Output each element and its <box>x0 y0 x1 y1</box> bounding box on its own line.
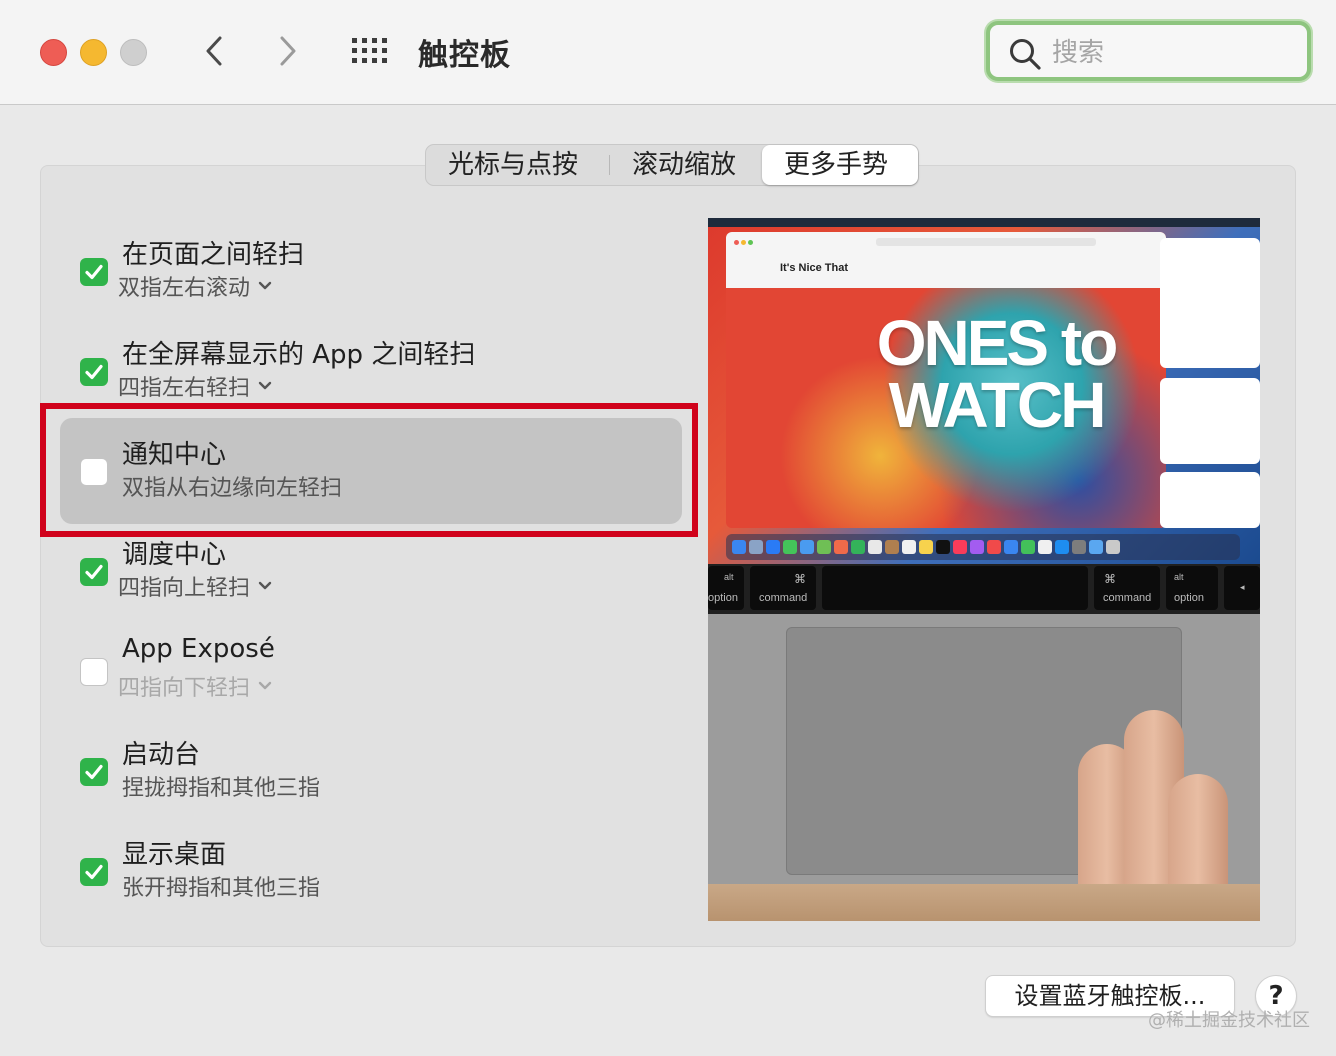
preview-key-space <box>822 566 1088 610</box>
search-input[interactable] <box>1050 34 1294 72</box>
tab-point-and-click[interactable]: 光标与点按 <box>426 145 610 185</box>
preview-key-left-command: ⌘ command <box>750 566 816 610</box>
chevron-down-icon <box>258 581 272 590</box>
option-title: 在页面之间轻扫 <box>122 240 305 270</box>
option-mission-control: 调度中心 四指向上轻扫 <box>80 534 680 614</box>
window-title: 触控板 <box>418 38 511 73</box>
tab-more-gestures[interactable]: 更多手势 <box>762 145 918 185</box>
option-swipe-between-pages: 在页面之间轻扫 双指左右滚动 <box>80 234 680 314</box>
gesture-preview-video: It's Nice That ONES to WATCH alt option … <box>708 218 1260 921</box>
title-bar: 触控板 <box>0 0 1336 105</box>
option-title: 在全屏幕显示的 App 之间轻扫 <box>122 340 476 370</box>
gesture-value: 四指左右轻扫 <box>118 376 251 401</box>
show-desktop-checkbox[interactable] <box>80 858 108 886</box>
gesture-value: 双指左右滚动 <box>118 276 251 301</box>
preview-dock <box>726 534 1240 560</box>
chevron-down-icon <box>258 681 272 690</box>
preview-menu-bar <box>708 218 1260 227</box>
preview-table-surface <box>708 884 1260 921</box>
back-button[interactable] <box>196 30 232 72</box>
checkmark-icon <box>85 564 103 580</box>
preview-key-left-option: alt option <box>708 566 744 610</box>
checkmark-icon <box>85 364 103 380</box>
checkmark-icon <box>85 764 103 780</box>
mission-control-checkbox[interactable] <box>80 558 108 586</box>
preview-site-logo: It's Nice That <box>780 262 849 274</box>
preview-key-arrow-left: ◂ <box>1224 566 1260 610</box>
preview-key-right-command: ⌘ command <box>1094 566 1160 610</box>
gesture-description: 张开拇指和其他三指 <box>122 876 321 901</box>
option-show-desktop: 显示桌面 张开拇指和其他三指 <box>80 834 680 914</box>
gesture-value: 四指向下轻扫 <box>118 676 251 701</box>
swipe-between-apps-checkbox[interactable] <box>80 358 108 386</box>
preview-headline: ONES to WATCH <box>876 307 1119 441</box>
chevron-left-icon <box>206 36 222 66</box>
option-app-expose: App Exposé 四指向下轻扫 <box>80 634 680 714</box>
watermark-text: @稀土掘金技术社区 <box>1148 1010 1310 1031</box>
option-swipe-between-fullscreen-apps: 在全屏幕显示的 App 之间轻扫 四指左右轻扫 <box>80 334 680 414</box>
chevron-down-icon <box>258 381 272 390</box>
swipe-between-pages-checkbox[interactable] <box>80 258 108 286</box>
checkmark-icon <box>85 864 103 880</box>
preview-keyboard-row: alt option ⌘ command ⌘ command alt optio… <box>708 564 1260 614</box>
show-all-grid-icon[interactable] <box>350 36 390 66</box>
close-window-button[interactable] <box>40 39 67 66</box>
tab-bar: 光标与点按 滚动缩放 更多手势 <box>425 144 919 186</box>
app-expose-checkbox[interactable] <box>80 658 108 686</box>
option-title: 调度中心 <box>122 540 227 570</box>
preview-browser-window: It's Nice That ONES to WATCH <box>726 232 1166 528</box>
gesture-description: 捏拢拇指和其他三指 <box>122 776 321 801</box>
preview-key-right-option: alt option <box>1166 566 1218 610</box>
minimize-window-button[interactable] <box>80 39 107 66</box>
gesture-dropdown[interactable]: 四指左右轻扫 <box>118 370 272 402</box>
forward-button[interactable] <box>270 30 306 72</box>
gesture-value: 四指向上轻扫 <box>118 576 251 601</box>
launchpad-checkbox[interactable] <box>80 758 108 786</box>
search-field[interactable] <box>986 21 1311 81</box>
tab-scroll-and-zoom[interactable]: 滚动缩放 <box>610 145 762 185</box>
gesture-dropdown: 四指向下轻扫 <box>118 670 272 702</box>
option-title: 显示桌面 <box>122 840 227 870</box>
option-launchpad: 启动台 捏拢拇指和其他三指 <box>80 734 680 814</box>
option-title: App Exposé <box>122 634 275 664</box>
chevron-down-icon <box>258 281 272 290</box>
gesture-dropdown[interactable]: 双指左右滚动 <box>118 270 272 302</box>
preview-trackpad-deck <box>708 614 1260 921</box>
preview-notification-widgets <box>1160 238 1260 528</box>
zoom-window-button[interactable] <box>120 39 147 66</box>
gesture-dropdown[interactable]: 四指向上轻扫 <box>118 570 272 602</box>
option-title: 启动台 <box>122 740 201 770</box>
checkmark-icon <box>85 264 103 280</box>
preview-browser-toolbar: It's Nice That <box>726 232 1166 288</box>
annotation-highlight-box <box>40 403 698 537</box>
chevron-right-icon <box>280 36 296 66</box>
search-icon <box>1010 39 1041 70</box>
